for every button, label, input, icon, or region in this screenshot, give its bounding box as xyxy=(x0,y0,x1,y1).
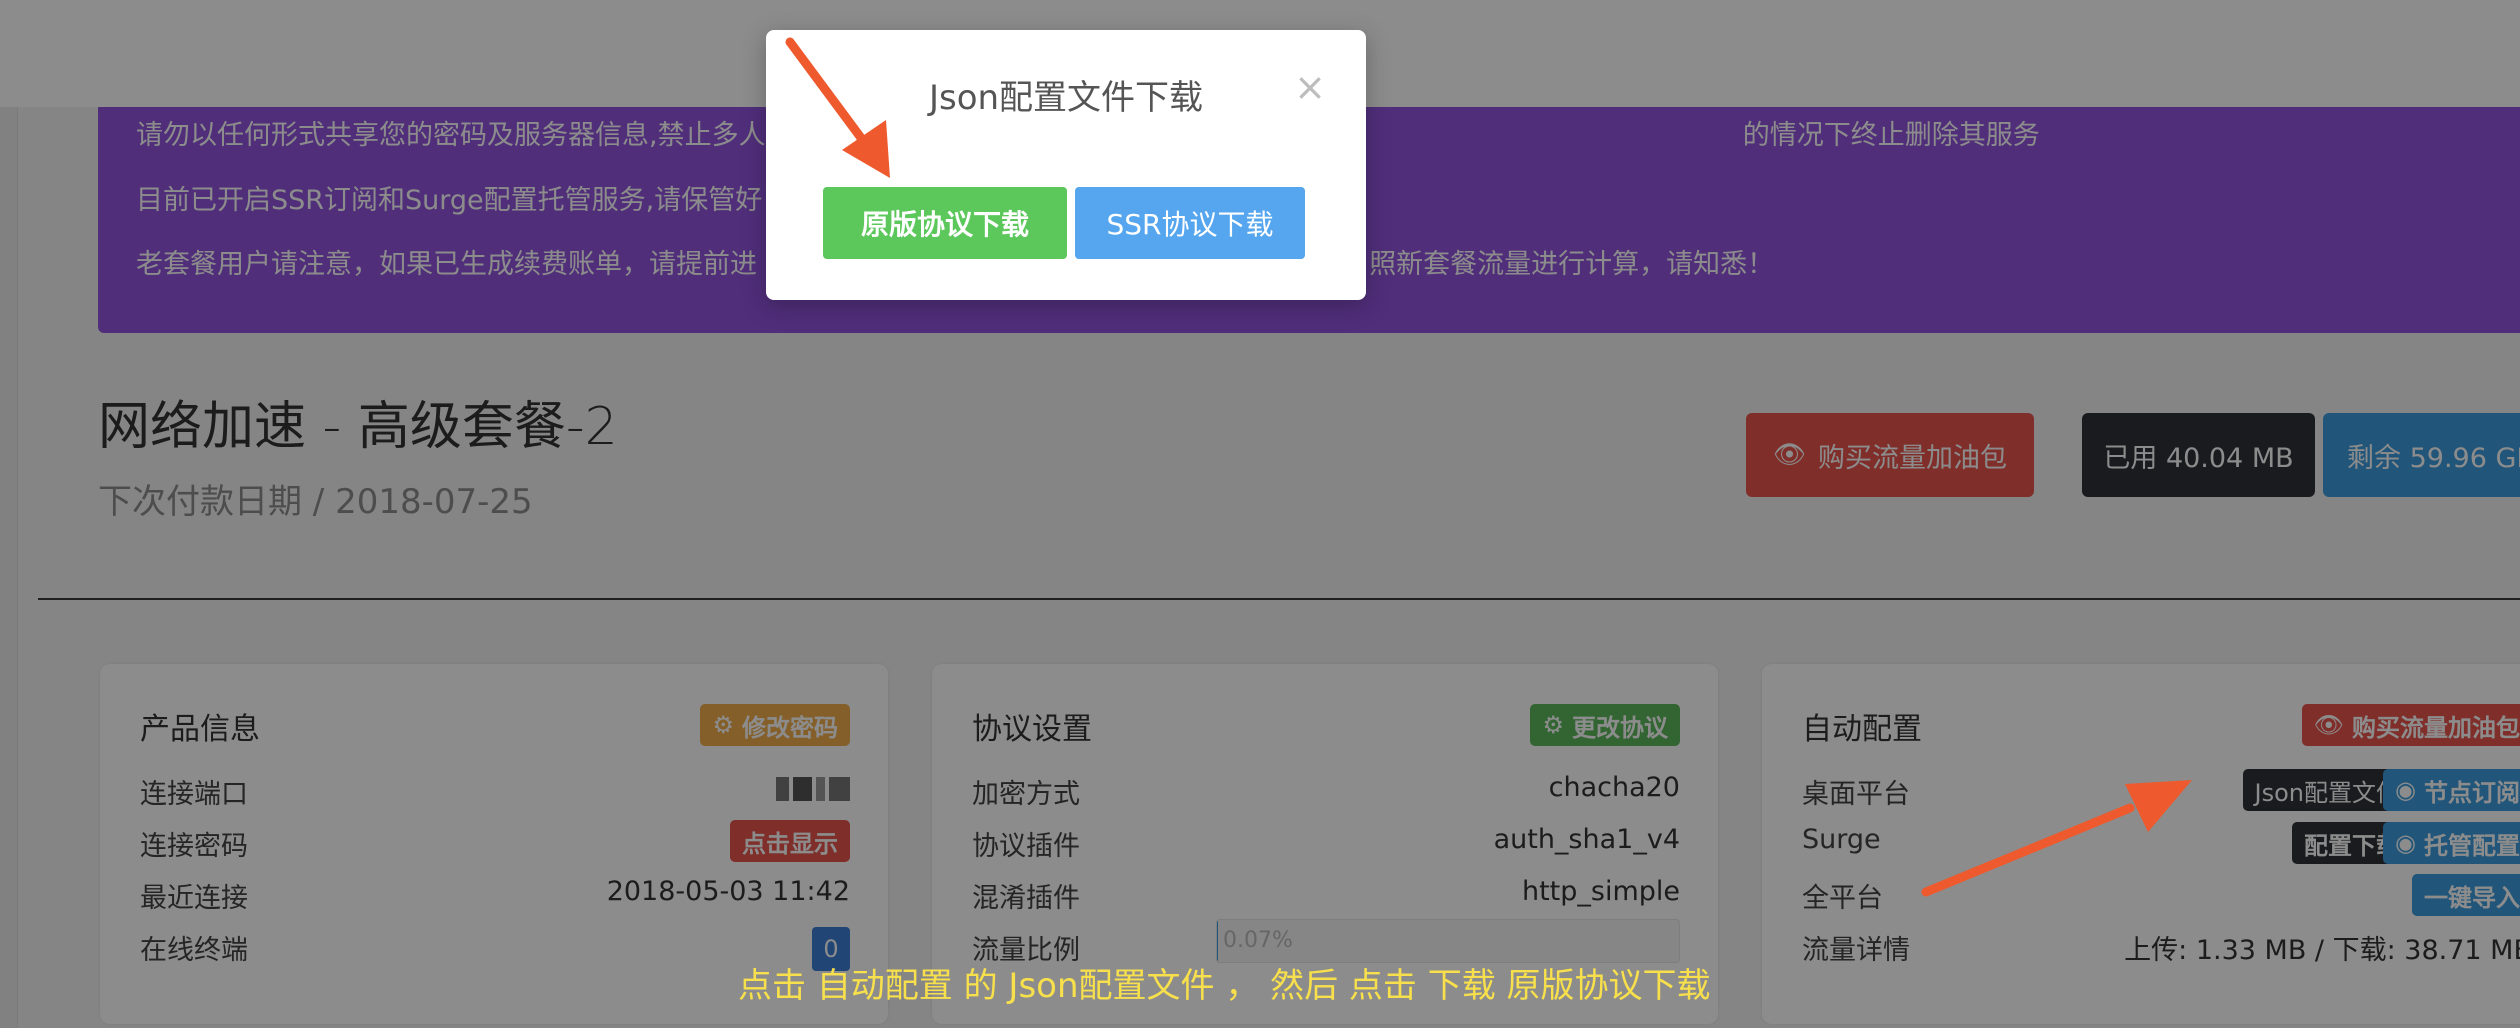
instruction-caption-text: 点击 自动配置 的 Json配置文件 ， 然后 点击 下载 原版协议下载 xyxy=(738,966,1711,1006)
arrow-to-original-download xyxy=(785,37,890,178)
page: 请勿以任何形式共享您的密码及服务器信息,禁止多人 的情况下终止删除其服务 目前已… xyxy=(0,0,2520,1028)
arrow-to-json-config xyxy=(1921,780,2192,897)
annotation-arrows xyxy=(785,37,2192,897)
